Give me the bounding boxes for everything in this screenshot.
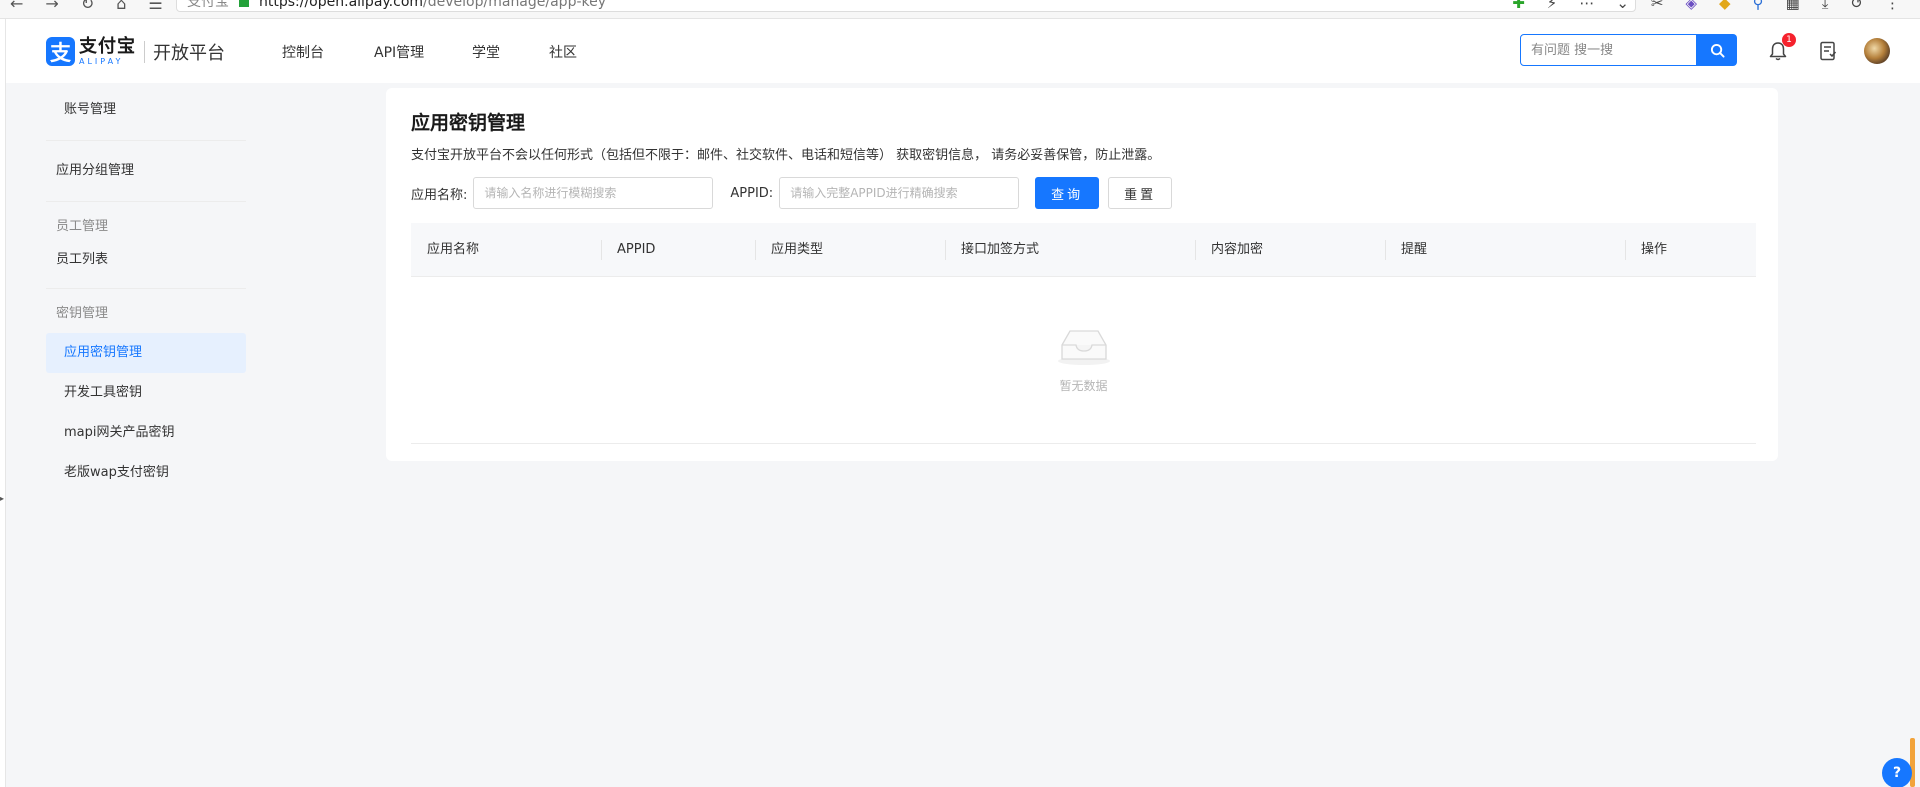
sidebar-divider: [46, 288, 246, 289]
add-icon[interactable]: ✚: [1512, 0, 1525, 12]
appid-label: APPID:: [730, 185, 774, 201]
browser-extensions: ✚ ⚡ ⋯ ⌄ ✂ ◈ ◆ ⚲ ▦ ⤓ ↺ ⋮: [1512, 0, 1900, 12]
lock-icon: [239, 0, 249, 7]
more-icon[interactable]: ⋯: [1579, 0, 1594, 12]
app-name-label: 应用名称:: [411, 187, 468, 203]
left-frame: [0, 19, 6, 787]
sidebar-item-mapi-keys[interactable]: mapi网关产品密钥: [46, 413, 246, 453]
search-icon: [1710, 43, 1725, 58]
browser-nav: ← → ↻ ⌂ ☰: [10, 0, 163, 13]
scroll-indicator[interactable]: [1910, 738, 1915, 787]
help-icon: ?: [1892, 765, 1902, 781]
header-search: [1520, 34, 1737, 66]
logo-en: ALIPAY: [79, 56, 124, 66]
forward-icon[interactable]: →: [45, 0, 58, 13]
col-app-type: 应用类型: [755, 223, 945, 277]
address-bar[interactable]: 支付宝 https://open.alipay.com/develop/manag…: [176, 0, 1636, 12]
document-icon: [1820, 41, 1837, 61]
document-button[interactable]: [1816, 39, 1840, 63]
logo[interactable]: 支 支付宝 ALIPAY 开放平台: [46, 37, 225, 66]
col-app-name: 应用名称: [427, 241, 480, 257]
menu-icon[interactable]: ☰: [148, 0, 162, 13]
sidebar-item-app-group[interactable]: 应用分组管理: [46, 151, 246, 191]
sidebar-group-keys: 密钥管理: [56, 306, 109, 321]
site-name: 支付宝: [187, 0, 229, 10]
security-notice: 支付宝开放平台不会以任何形式（包括但不限于：邮件、社交软件、电话和短信等） 获取…: [411, 148, 1161, 163]
search-input[interactable]: [1520, 34, 1697, 66]
top-nav: 控制台 API管理 学堂 社区: [282, 42, 577, 62]
alipay-logo-icon: 支: [46, 37, 75, 66]
empty-inbox-icon: [1057, 330, 1110, 365]
page-title: 应用密钥管理: [411, 112, 526, 134]
url-path: /develop/manage/app-key: [423, 0, 607, 10]
app-name-input[interactable]: [473, 177, 714, 209]
platform-name: 开放平台: [153, 42, 225, 64]
app-key-table: 应用名称 APPID 应用类型 接口加签方式 内容加密 提醒 操作 暂无数据: [411, 223, 1756, 444]
kebab-menu-icon[interactable]: ⋮: [1885, 0, 1900, 12]
undo-icon[interactable]: ↺: [1850, 0, 1863, 12]
collapse-handle-icon[interactable]: ▸: [0, 494, 4, 503]
sidebar: 账号管理 应用分组管理 员工管理 员工列表 密钥管理 应用密钥管理 开发工具密钥…: [46, 90, 246, 493]
notification-button[interactable]: 1: [1766, 33, 1796, 63]
sidebar-divider: [46, 201, 246, 202]
download-icon[interactable]: ⤓: [1822, 0, 1829, 12]
empty-state: 暂无数据: [411, 323, 1756, 394]
query-button[interactable]: 查询: [1035, 177, 1100, 209]
filter-bar: 应用名称: APPID: 查询 重置: [411, 177, 1173, 209]
col-reminder: 提醒: [1385, 223, 1625, 277]
logo-cn: 支付宝: [79, 35, 136, 57]
col-appid: APPID: [601, 223, 755, 277]
nav-community[interactable]: 社区: [549, 42, 577, 62]
sidebar-item-app-keys[interactable]: 应用密钥管理: [46, 333, 246, 373]
sidebar-group-staff: 员工管理: [56, 219, 109, 234]
shield-icon[interactable]: ◆: [1719, 0, 1731, 12]
reload-icon[interactable]: ↻: [81, 0, 94, 13]
grid-icon[interactable]: ▦: [1786, 0, 1800, 12]
extension-icon[interactable]: ◈: [1686, 0, 1698, 12]
notification-badge: 1: [1782, 33, 1796, 47]
home-icon[interactable]: ⌂: [116, 0, 126, 13]
sidebar-item-devtool-keys[interactable]: 开发工具密钥: [46, 373, 246, 413]
sidebar-item-staff-list[interactable]: 员工列表: [46, 242, 246, 278]
site-header: 支 支付宝 ALIPAY 开放平台 控制台 API管理 学堂 社区 1: [6, 19, 1920, 83]
back-icon[interactable]: ←: [10, 0, 23, 13]
empty-text: 暂无数据: [1059, 379, 1108, 393]
chevron-down-icon[interactable]: ⌄: [1616, 0, 1629, 12]
url-domain: https://open.alipay.com: [259, 0, 424, 10]
col-content-encryption: 内容加密: [1195, 223, 1385, 277]
help-button[interactable]: ?: [1882, 758, 1912, 787]
sidebar-divider: [46, 140, 246, 141]
nav-api-management[interactable]: API管理: [374, 42, 472, 62]
logo-divider: [144, 40, 145, 63]
user-avatar[interactable]: [1864, 38, 1890, 64]
bolt-icon[interactable]: ⚡: [1547, 0, 1558, 12]
appid-input[interactable]: [779, 177, 1020, 209]
table-header: 应用名称 APPID 应用类型 接口加签方式 内容加密 提醒 操作: [411, 223, 1756, 277]
col-sign-method: 接口加签方式: [945, 223, 1195, 277]
col-actions: 操作: [1625, 223, 1756, 277]
sidebar-item-account[interactable]: 账号管理: [46, 90, 246, 130]
logo-text: 支付宝 ALIPAY: [79, 35, 136, 66]
search-button[interactable]: [1697, 34, 1737, 66]
scissors-icon[interactable]: ✂: [1651, 0, 1664, 12]
reset-button[interactable]: 重置: [1108, 177, 1173, 209]
sidebar-item-wap-keys[interactable]: 老版wap支付密钥: [46, 453, 246, 493]
table-body: 暂无数据: [411, 277, 1756, 444]
browser-toolbar: ← → ↻ ⌂ ☰ 支付宝 https://open.alipay.com/dev…: [0, 0, 1920, 19]
key-icon[interactable]: ⚲: [1753, 0, 1764, 12]
nav-console[interactable]: 控制台: [282, 42, 374, 62]
main-card: 应用密钥管理 支付宝开放平台不会以任何形式（包括但不限于：邮件、社交软件、电话和…: [386, 88, 1778, 461]
nav-academy[interactable]: 学堂: [472, 42, 549, 62]
